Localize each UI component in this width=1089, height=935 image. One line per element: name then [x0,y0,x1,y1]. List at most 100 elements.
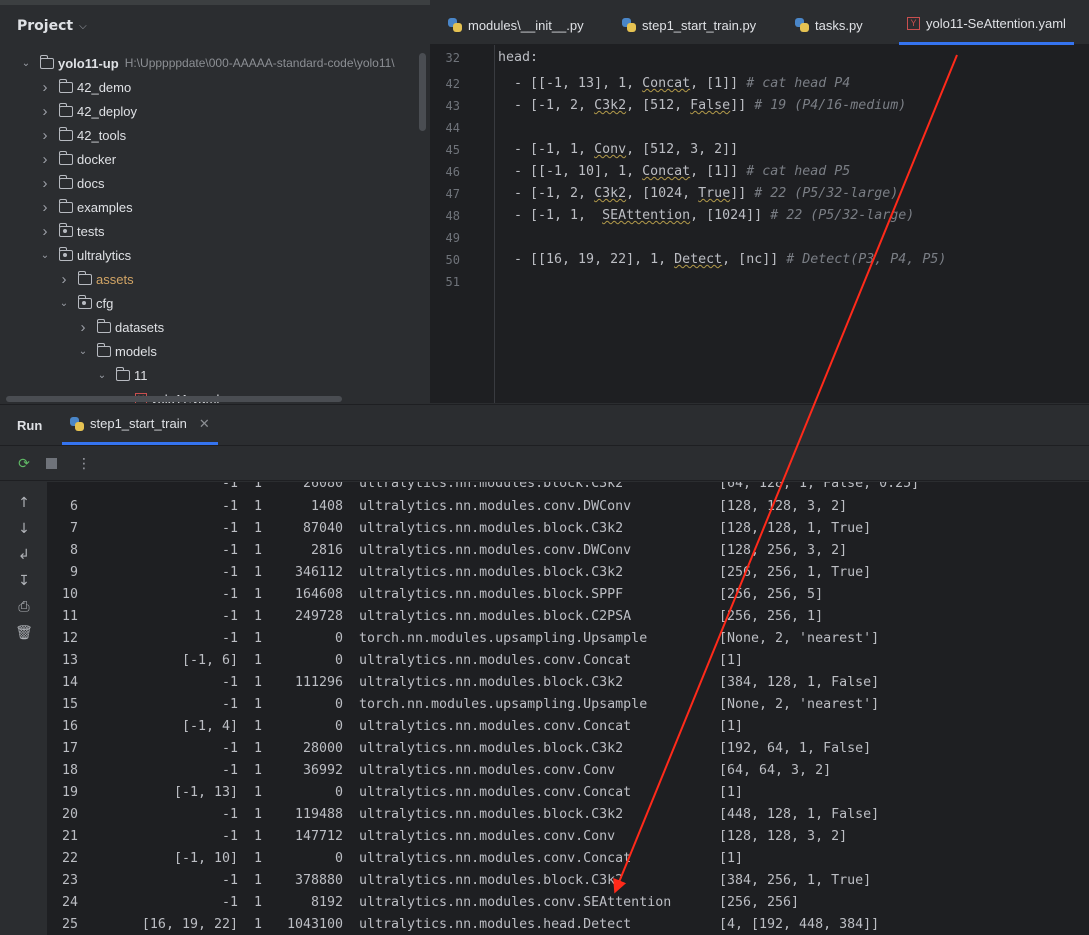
project-vertical-scrollbar[interactable] [419,53,426,131]
code-line[interactable]: 43 - [-1, 2, C3k2, [512, False]] # 19 (P… [430,95,1089,117]
more-options-icon[interactable]: ⋮ [75,455,93,473]
console-module: ultralytics.nn.modules.block.C3k2 [359,675,624,690]
code-line[interactable]: 51 [430,271,1089,293]
console-idx: 17 [61,741,78,756]
console-params: 111296 [294,675,343,690]
run-title: Run [17,418,43,433]
editor-tab[interactable]: step1_start_train.py [614,5,764,45]
console-idx: 13 [61,653,78,668]
rerun-icon[interactable]: ⟳ [15,455,33,473]
chevron-right-icon[interactable]: › [58,271,70,288]
code-text: - [[-1, 10], 1, Concat, [1]] # cat head … [498,164,851,179]
tree-item[interactable]: ⌄ cfg [0,291,428,315]
code-line[interactable]: 50 - [[16, 19, 22], 1, Detect, [nc]] # D… [430,249,1089,271]
chevron-right-icon[interactable]: › [39,199,51,216]
code-line[interactable]: 47 - [-1, 2, C3k2, [1024, True]] # 22 (P… [430,183,1089,205]
console-n: 1 [253,499,262,514]
tree-item[interactable]: › docker [0,147,428,171]
tree-item[interactable]: ⌄ yolo11-up H:\Upppppdate\000-AAAAA-standa… [0,51,428,75]
chevron-down-icon[interactable]: ⌄ [58,298,70,309]
tree-item[interactable]: › 42_deploy [0,99,428,123]
chevron-down-icon[interactable]: ⌄ [96,370,108,381]
line-number: 51 [445,275,460,289]
tree-item[interactable]: › assets [0,267,428,291]
console-args: [384, 128, 1, False] [719,675,880,690]
trash-icon[interactable]: 🗑 [15,624,33,642]
console-from: -1 [221,873,238,888]
tree-item[interactable]: › docs [0,171,428,195]
chevron-right-icon[interactable]: › [39,151,51,168]
soft-wrap-icon[interactable]: ↲ [15,546,33,564]
code-line[interactable]: 48 - [-1, 1, SEAttention, [1024]] # 22 (… [430,205,1089,227]
console-params: 0 [334,851,343,866]
chevron-down-icon[interactable]: ⌄ [39,250,51,261]
chevron-down-icon[interactable]: ⌵ [79,21,87,32]
project-header[interactable]: Project ⌵ [17,18,87,34]
chevron-right-icon[interactable]: › [39,175,51,192]
console-args: [128, 128, 3, 2] [719,499,848,514]
code-text: - [-1, 2, C3k2, [1024, True]] # 22 (P5/3… [498,186,899,201]
console-params: 0 [334,631,343,646]
print-icon[interactable]: ⎙ [15,598,33,616]
line-number: 48 [445,209,460,223]
chevron-down-icon[interactable]: ⌄ [20,58,32,69]
close-icon[interactable]: ✕ [199,416,210,432]
console-idx: 10 [61,587,78,602]
code-line[interactable]: 42 - [[-1, 13], 1, Concat, [1]] # cat he… [430,73,1089,95]
chevron-right-icon[interactable]: › [77,319,89,336]
run-tab-step1-start-train[interactable]: step1_start_train ✕ [62,405,218,445]
line-number: 45 [445,143,460,157]
tree-item-label: datasets [115,319,165,335]
console-n: 1 [253,829,262,844]
console-from: [-1, 13] [173,785,238,800]
chevron-right-icon[interactable]: › [39,79,51,96]
tree-item-path: H:\Upppppdate\000-AAAAA-standard-code\yo… [124,56,395,70]
code-line[interactable]: 45 - [-1, 1, Conv, [512, 3, 2]] [430,139,1089,161]
console-module: ultralytics.nn.modules.block.SPPF [359,587,624,602]
tree-item[interactable]: › examples [0,195,428,219]
console-params: 1043100 [286,917,343,932]
tree-item[interactable]: ⌄ models [0,339,428,363]
arrow-up-icon[interactable]: ↑ [15,494,33,512]
tree-item-label: tests [77,223,105,239]
editor-tab[interactable]: Yyolo11-SeAttention.yaml [899,5,1074,45]
python-icon [70,416,84,431]
console-row: 25 [16, 19, 22] 1 1043100 ultralytics.nn.mod… [48,914,1089,935]
console-params: 0 [334,697,343,712]
code-line[interactable]: 44 [430,117,1089,139]
chevron-right-icon[interactable]: › [39,103,51,120]
console-params: 8192 [310,895,343,910]
console-n: 1 [253,851,262,866]
scroll-to-end-icon[interactable]: ↧ [15,572,33,590]
chevron-right-icon[interactable]: › [39,223,51,240]
chevron-down-icon[interactable]: ⌄ [77,346,89,357]
editor-tab[interactable]: modules\__init__.py [440,5,592,45]
console-args: [None, 2, 'nearest'] [719,631,880,646]
run-panel: Run step1_start_train ✕ ⟳ ⋮ ↑ ↓ ↲ ↧ ⎙ 🗑 … [0,404,1089,935]
editor-tab[interactable]: tasks.py [787,5,871,45]
project-horizontal-scrollbar[interactable] [6,396,342,402]
console-from: -1 [221,609,238,624]
arrow-down-icon[interactable]: ↓ [15,520,33,538]
tree-item[interactable]: › 42_tools [0,123,428,147]
tree-item[interactable]: › tests [0,219,428,243]
console-idx: 6 [69,499,78,514]
console-idx: 24 [61,895,78,910]
tree-item[interactable]: › datasets [0,315,428,339]
tree-item[interactable]: ⌄ ultralytics [0,243,428,267]
code-line[interactable]: 46 - [[-1, 10], 1, Concat, [1]] # cat he… [430,161,1089,183]
console-row: 9 -1 1 346112 ultralytics.nn.modules.block.C… [48,562,1089,584]
chevron-right-icon[interactable]: › [39,127,51,144]
console-row: 15 -1 1 0 torch.nn.modules.upsampling.Upsamp… [48,694,1089,716]
console-output[interactable]: -1 1 26080 ultralytics.nn.modules.block.C3k… [48,482,1089,935]
code-line[interactable]: 49 [430,227,1089,249]
console-module: ultralytics.nn.modules.block.C3k2 [359,807,624,822]
console-idx: 8 [69,543,78,558]
console-params: 1408 [310,499,343,514]
console-row: 24 -1 1 8192 ultralytics.nn.modules.conv.SEA… [48,892,1089,914]
console-n: 1 [253,675,262,690]
stop-icon[interactable] [42,455,60,473]
console-row: 14 -1 1 111296 ultralytics.nn.modules.block.… [48,672,1089,694]
tree-item[interactable]: ⌄ 11 [0,363,428,387]
tree-item[interactable]: › 42_demo [0,75,428,99]
